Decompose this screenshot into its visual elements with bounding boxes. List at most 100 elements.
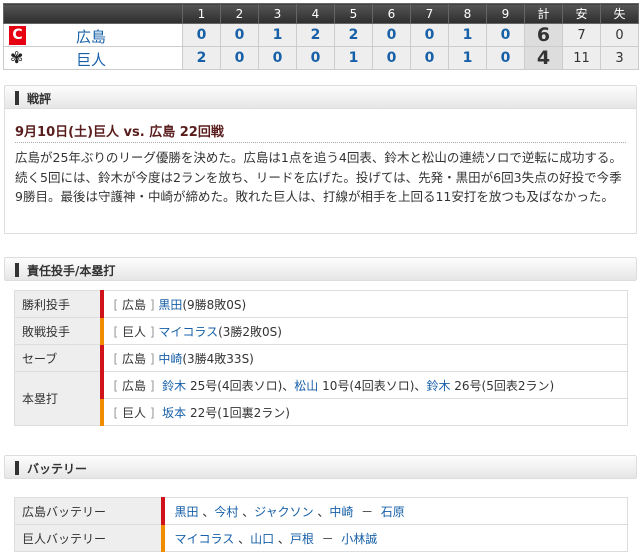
inning-score: 0 — [258, 46, 297, 70]
record: (3勝4敗33S) — [182, 351, 254, 366]
player-link[interactable]: 中崎 — [329, 505, 353, 519]
section-bar-icon — [15, 461, 19, 475]
inning-header: 7 — [410, 3, 449, 24]
section-bar-icon — [15, 263, 19, 277]
hits: 7 — [562, 23, 601, 47]
team: 広島 — [122, 297, 147, 312]
player-link[interactable]: 坂本 — [162, 406, 186, 420]
loss-row: 敗戦投手 [ 巨人 ] マイコラス(3勝2敗0S) — [14, 317, 628, 345]
review-title: 9月10日(土)巨人 vs. 広島 22回戦 — [15, 125, 224, 140]
row-label: 本塁打 — [14, 371, 102, 426]
player-link[interactable]: 松山 — [294, 379, 318, 393]
player-link[interactable]: 戸根 — [290, 532, 314, 546]
row-label: 敗戦投手 — [14, 317, 102, 345]
row-label: 広島バッテリー — [14, 497, 163, 525]
inning-score: 0 — [220, 23, 259, 47]
inning-score: 2 — [182, 46, 221, 70]
record: (9勝8敗0S) — [182, 297, 247, 312]
errors: 3 — [600, 46, 639, 70]
player-link[interactable]: 鈴木 — [426, 379, 450, 393]
player-link[interactable]: ジャクソン — [254, 505, 313, 519]
battery-table: 広島バッテリー 黒田 、今村 、ジャクソン 、中崎 － 石原 巨人バッテリー マ… — [14, 497, 628, 552]
total-header: 計 — [524, 3, 563, 24]
player-link[interactable]: 山口 — [250, 532, 274, 546]
player-link[interactable]: 小林誠 — [341, 532, 377, 546]
carp-logo-icon: C — [9, 26, 26, 45]
inning-score: 0 — [296, 46, 335, 70]
inning-score: 1 — [334, 46, 373, 70]
inning-score: 0 — [182, 23, 221, 47]
total-score: 4 — [524, 46, 563, 70]
scoreboard-header: 1 2 3 4 5 6 7 8 9 計 安 失 — [3, 3, 639, 24]
inning-score: 2 — [296, 23, 335, 47]
player-link[interactable]: マイコラス — [175, 532, 235, 546]
battery-row-giants: 巨人バッテリー マイコラス 、山口 、戸根 － 小林誠 — [14, 524, 628, 552]
inning-header: 5 — [334, 3, 373, 24]
player-link[interactable]: 今村 — [214, 505, 238, 519]
review-section-header: 戦評 — [4, 85, 637, 109]
inning-score: 0 — [372, 46, 411, 70]
record: (3勝2敗0S) — [218, 324, 282, 339]
player-link[interactable]: 黒田 — [175, 505, 199, 519]
inning-score: 1 — [448, 23, 487, 47]
win-row: 勝利投手 [ 広島 ] 黒田(9勝8敗0S) — [14, 290, 628, 318]
team-link[interactable]: 巨人 — [76, 49, 106, 70]
inning-header: 1 — [182, 3, 221, 24]
team-row-carp: C 広島 0 0 1 2 2 0 0 1 0 6 7 0 — [3, 23, 639, 47]
inning-header: 4 — [296, 3, 335, 24]
inning-score: 2 — [334, 23, 373, 47]
player-link[interactable]: 中崎 — [158, 352, 182, 366]
inning-header: 9 — [486, 3, 525, 24]
hr-detail: 26号(5回表2ラン) — [454, 378, 555, 393]
section-bar-icon — [15, 91, 19, 105]
errors-header: 失 — [600, 3, 639, 24]
inning-score: 0 — [220, 46, 259, 70]
team: 広島 — [122, 351, 147, 366]
inning-score: 1 — [448, 46, 487, 70]
player-link[interactable]: 鈴木 — [162, 379, 186, 393]
inning-score: 0 — [372, 23, 411, 47]
player-link[interactable]: 石原 — [381, 505, 405, 519]
inning-score: 0 — [410, 23, 449, 47]
hr-detail: 25号(4回表ソロ) — [190, 378, 283, 393]
giants-logo-icon: ✾ — [10, 48, 24, 67]
section-title: バッテリー — [27, 462, 88, 476]
inning-header: 2 — [220, 3, 259, 24]
review-box: 9月10日(土)巨人 vs. 広島 22回戦 広島が25年ぶりのリーグ優勝を決め… — [4, 108, 637, 234]
hits: 11 — [562, 46, 601, 70]
battery-row-carp: 広島バッテリー 黒田 、今村 、ジャクソン 、中崎 － 石原 — [14, 497, 628, 525]
inning-header: 8 — [448, 3, 487, 24]
row-label: セーブ — [14, 344, 102, 372]
inning-score: 1 — [258, 23, 297, 47]
pitchers-section-header: 責任投手/本塁打 — [4, 257, 637, 281]
divider — [15, 142, 626, 143]
section-title: 責任投手/本塁打 — [27, 264, 116, 278]
inning-header: 6 — [372, 3, 411, 24]
battery-section-header: バッテリー — [4, 455, 637, 479]
row-label: 勝利投手 — [14, 290, 102, 318]
inning-header: 3 — [258, 3, 297, 24]
pitchers-table: 勝利投手 [ 広島 ] 黒田(9勝8敗0S) 敗戦投手 [ 巨人 ] マイコラス… — [14, 290, 628, 426]
hits-header: 安 — [562, 3, 601, 24]
total-score: 6 — [524, 23, 563, 47]
hr-detail: 22号(1回裏2ラン) — [190, 405, 290, 420]
player-link[interactable]: 黒田 — [158, 298, 182, 312]
team: 巨人 — [122, 405, 147, 420]
hr-detail: 10号(4回表ソロ) — [322, 378, 415, 393]
scoreboard: 1 2 3 4 5 6 7 8 9 計 安 失 C 広島 0 0 1 2 2 0 … — [3, 3, 639, 70]
team: 巨人 — [122, 324, 147, 339]
inning-score: 0 — [486, 23, 525, 47]
row-label: 巨人バッテリー — [14, 524, 163, 552]
inning-score: 0 — [486, 46, 525, 70]
save-row: セーブ [ 広島 ] 中崎(3勝4敗33S) — [14, 344, 628, 372]
hr-row-giants: [ 巨人 ] 坂本 22号(1回裏2ラン) — [15, 398, 628, 426]
inning-score: 0 — [410, 46, 449, 70]
team-row-giants: ✾ 巨人 2 0 0 0 1 0 0 1 0 4 11 3 — [3, 46, 639, 70]
team: 広島 — [122, 378, 147, 393]
errors: 0 — [600, 23, 639, 47]
section-title: 戦評 — [27, 92, 52, 106]
player-link[interactable]: マイコラス — [158, 325, 218, 339]
hr-row-carp: 本塁打 [ 広島 ] 鈴木 25号(4回表ソロ)、松山 10号(4回表ソロ)、鈴… — [14, 371, 628, 426]
review-text: 広島が25年ぶりのリーグ優勝を決めた。広島は1点を追う4回表、鈴木と松山の連続ソ… — [15, 150, 622, 204]
team-link[interactable]: 広島 — [76, 26, 106, 47]
